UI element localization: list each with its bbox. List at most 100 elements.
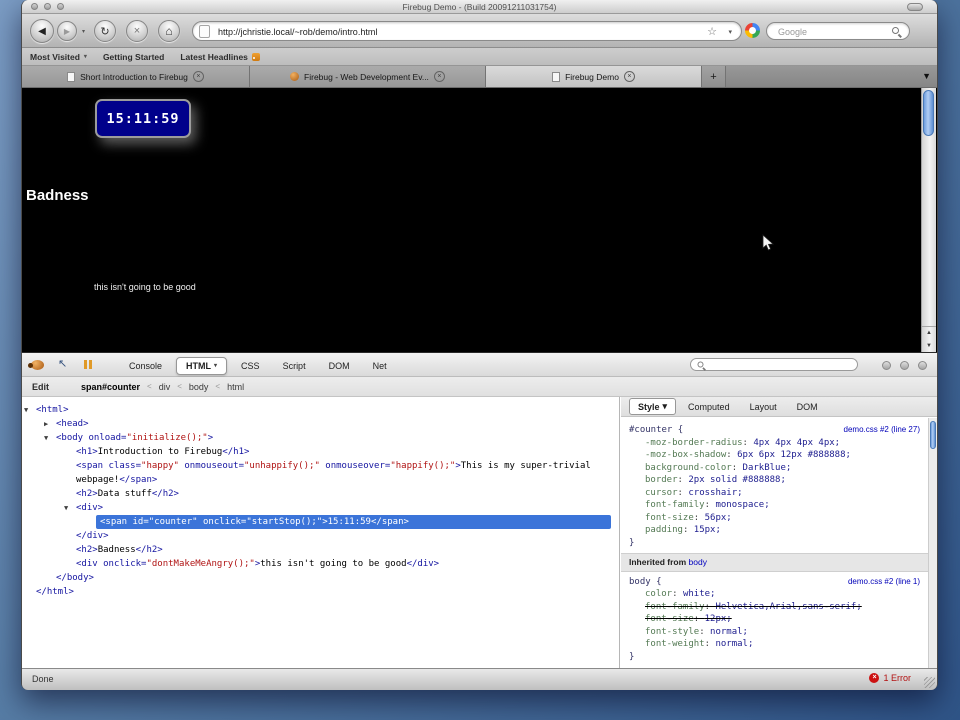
style-tab-list: Style ▾ Computed Layout DOM xyxy=(621,397,937,417)
css-selector[interactable]: body { xyxy=(629,577,662,587)
css-property[interactable]: font-size: 56px; xyxy=(629,512,920,525)
url-dropdown-icon[interactable]: ▾ xyxy=(728,28,732,36)
css-property[interactable]: color: white; xyxy=(629,588,920,601)
css-property[interactable]: font-style: normal; xyxy=(629,626,920,639)
css-property[interactable]: -moz-box-shadow: 6px 6px 12px #888888; xyxy=(629,449,920,462)
page-scrollbar[interactable]: ▲ ▼ xyxy=(921,88,936,352)
search-icon[interactable] xyxy=(892,27,899,34)
close-tab-icon[interactable]: × xyxy=(192,71,204,82)
breadcrumb-item[interactable]: body xyxy=(189,382,209,392)
tree-node[interactable]: </body> xyxy=(22,571,619,585)
twisty-icon[interactable]: ▼ xyxy=(44,431,48,445)
firebug-tab-html[interactable]: HTML ▾ xyxy=(176,356,228,375)
stop-button[interactable]: × xyxy=(126,20,148,42)
tree-node[interactable]: ▼ <html> xyxy=(22,403,619,417)
style-tab-style[interactable]: Style ▾ xyxy=(629,398,677,415)
tree-node[interactable]: <div onclick="dontMakeMeAngry();">this i… xyxy=(22,557,619,571)
close-tab-icon[interactable]: × xyxy=(623,71,635,82)
css-property[interactable]: -moz-border-radius: 4px 4px 4px 4px; xyxy=(629,437,920,450)
title-bar[interactable]: Firebug Demo - (Build 20091211031754) xyxy=(22,0,937,14)
bookmark-item[interactable]: Getting Started xyxy=(103,52,164,62)
css-property[interactable]: font-family: monospace; xyxy=(629,499,920,512)
css-property[interactable]: cursor: crosshair; xyxy=(629,487,920,500)
style-tab-layout[interactable]: Layout xyxy=(742,400,785,414)
scrollbar-thumb[interactable] xyxy=(930,421,936,449)
firebug-detach-button[interactable] xyxy=(900,361,909,370)
css-property[interactable]: font-family: Helvetica,Arial,sans-serif; xyxy=(629,601,920,614)
code-tag: <div xyxy=(76,559,98,569)
browser-tab[interactable]: Firebug Demo × xyxy=(486,66,702,87)
style-pane: Style ▾ Computed Layout DOM demo.css #2 (lin… xyxy=(621,397,937,668)
firebug-tab-net[interactable]: Net xyxy=(364,358,396,374)
twisty-icon[interactable]: ▼ xyxy=(64,501,68,515)
browser-tab[interactable]: Short Introduction to Firebug × xyxy=(22,66,250,87)
firebug-minimize-button[interactable] xyxy=(882,361,891,370)
inspect-element-icon[interactable]: ↖ xyxy=(58,357,67,370)
css-selector[interactable]: #counter { xyxy=(629,425,683,435)
counter-clock[interactable]: 15:11:59 xyxy=(95,99,191,138)
firebug-tab-css[interactable]: CSS xyxy=(232,358,269,374)
breadcrumb-item[interactable]: span#counter xyxy=(81,382,140,392)
firebug-tab-console[interactable]: Console xyxy=(120,358,171,374)
scrollbar-thumb[interactable] xyxy=(923,90,934,136)
forward-button[interactable]: ▶ xyxy=(57,21,77,41)
list-all-tabs-icon[interactable]: ▼ xyxy=(922,71,931,81)
tree-node[interactable]: </html> xyxy=(22,585,619,599)
twisty-icon[interactable]: ▶ xyxy=(44,417,48,431)
breadcrumb-item[interactable]: div xyxy=(159,382,171,392)
tree-node[interactable]: ▶ <head> xyxy=(22,417,619,431)
scroll-up-icon[interactable]: ▲ xyxy=(922,327,936,340)
tree-node[interactable]: <h2>Data stuff</h2> xyxy=(22,487,619,501)
bookmark-star-icon[interactable]: ☆ xyxy=(707,25,717,38)
breadcrumb-item[interactable]: html xyxy=(227,382,244,392)
css-property[interactable]: font-weight: normal; xyxy=(629,638,920,651)
css-property[interactable]: border: 2px solid #888888; xyxy=(629,474,920,487)
css-property[interactable]: font-size: 12px; xyxy=(629,613,920,626)
css-source-link[interactable]: demo.css #2 (line 27) xyxy=(844,424,920,437)
search-input[interactable]: Google xyxy=(778,27,807,37)
page-message[interactable]: this isn't going to be good xyxy=(94,282,196,292)
tree-node[interactable]: <span id="counter" onclick="startStop();… xyxy=(22,515,619,529)
back-button[interactable]: ◀ xyxy=(30,19,54,43)
css-source-link[interactable]: demo.css #2 (line 1) xyxy=(848,576,920,589)
tree-node[interactable]: <h1>Introduction to Firebug</h1> xyxy=(22,445,619,459)
style-scrollbar[interactable] xyxy=(928,418,937,668)
style-tab-computed[interactable]: Computed xyxy=(680,400,738,414)
css-property[interactable]: padding: 15px; xyxy=(629,524,920,537)
minimize-window-button[interactable] xyxy=(44,3,51,10)
tree-node[interactable]: <span class="happy" onmouseout="unhappif… xyxy=(22,459,619,487)
close-tab-icon[interactable]: × xyxy=(433,71,445,82)
search-bar[interactable]: Google xyxy=(766,22,910,40)
close-window-button[interactable] xyxy=(31,3,38,10)
property-value: normal; xyxy=(715,639,754,649)
firebug-tab-script[interactable]: Script xyxy=(274,358,315,374)
history-dropdown-icon[interactable]: ▾ xyxy=(82,28,85,35)
bookmark-item[interactable]: Latest Headlines xyxy=(180,52,260,62)
url-bar[interactable]: http://jchristie.local/~rob/demo/intro.h… xyxy=(192,21,742,41)
style-tab-dom[interactable]: DOM xyxy=(789,400,826,414)
inherited-element-link[interactable]: body xyxy=(689,557,707,567)
edit-button[interactable]: Edit xyxy=(32,382,49,392)
firebug-error-badge[interactable]: × 1 Error xyxy=(869,673,911,683)
pause-icon[interactable] xyxy=(84,360,92,369)
bookmark-item[interactable]: Most Visited ▾ xyxy=(30,52,87,62)
firebug-icon[interactable] xyxy=(28,360,44,370)
tree-node[interactable]: </div> xyxy=(22,529,619,543)
tree-node[interactable]: <h2>Badness</h2> xyxy=(22,543,619,557)
tree-node[interactable]: ▼ <div> xyxy=(22,501,619,515)
reload-button[interactable]: ↻ xyxy=(94,20,116,42)
search-engine-icon[interactable] xyxy=(745,23,760,38)
firebug-close-button[interactable] xyxy=(918,361,927,370)
css-property[interactable]: background-color: DarkBlue; xyxy=(629,462,920,475)
toolbar-toggle-button[interactable] xyxy=(907,3,923,11)
tree-node[interactable]: ▼ <body onload="initialize();"> xyxy=(22,431,619,445)
resize-grip[interactable] xyxy=(924,677,935,688)
firebug-tab-dom[interactable]: DOM xyxy=(320,358,359,374)
url-input[interactable]: http://jchristie.local/~rob/demo/intro.h… xyxy=(218,27,377,37)
twisty-icon[interactable]: ▼ xyxy=(24,403,28,417)
zoom-window-button[interactable] xyxy=(57,3,64,10)
new-tab-button[interactable]: + xyxy=(702,66,726,87)
firebug-search-field[interactable] xyxy=(690,358,858,371)
browser-tab[interactable]: Firebug - Web Development Ev... × xyxy=(250,66,486,87)
home-button[interactable]: ⌂ xyxy=(158,20,180,42)
